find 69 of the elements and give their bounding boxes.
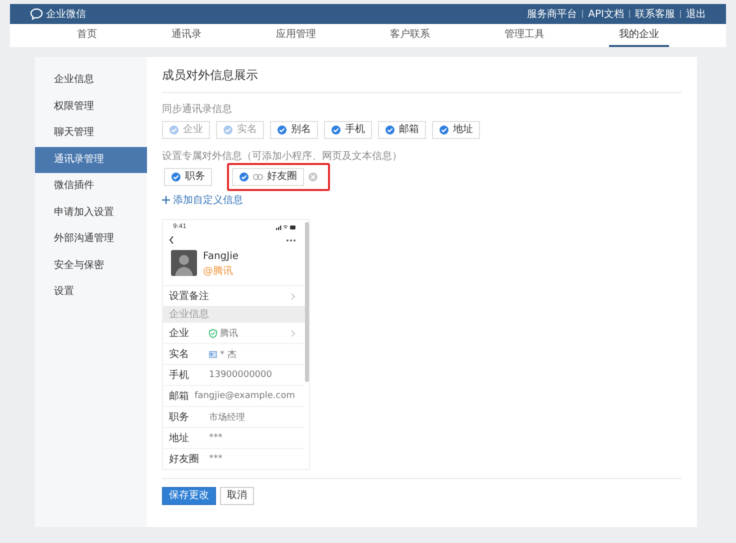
info-label: 职务 [169,411,190,424]
field-checkbox[interactable]: 邮箱 [378,121,426,139]
check-icon [239,172,249,182]
field-checkbox[interactable]: 别名 [270,121,318,139]
page-title: 成员对外信息展示 [162,67,258,84]
field-checkbox[interactable]: 职务 [164,168,212,186]
more-icon[interactable] [286,238,296,242]
plus-icon [162,196,170,204]
top-link[interactable]: 退出 [686,7,706,21]
info-label: 企业 [169,326,190,340]
sidebar-item[interactable]: 设置 [35,279,147,306]
back-icon[interactable] [169,236,174,244]
avatar-silhouette [171,250,197,276]
section-header: 企业信息 [163,306,305,322]
nav-tab[interactable]: 管理工具 [494,24,554,47]
field-checkbox[interactable]: 地址 [432,121,480,139]
chat-bubble-icon [30,8,43,20]
field-checkbox[interactable]: 好友圈 [232,168,304,186]
shield-check-icon [209,328,217,338]
info-value: 13900000000 [209,370,272,380]
field-checkbox[interactable]: 手机 [324,121,372,139]
section-label: 设置专属对外信息（可添加小程序、网页及文本信息） [162,150,402,163]
remark-row-label[interactable]: 设置备注 [169,289,209,303]
id-card-icon [209,350,217,358]
cancel-button[interactable]: 取消 [220,487,254,505]
status-icons [276,224,296,230]
sidebar-item[interactable]: 安全与保密 [35,252,147,279]
sidebar-item[interactable]: 通讯录管理 [35,146,147,173]
top-link[interactable]: API文档 [588,7,624,21]
nav-tab[interactable]: 应用管理 [266,24,326,47]
chevron-icon [291,330,295,336]
check-icon [277,125,287,135]
nav-tab[interactable]: 首页 [67,24,108,47]
nav-tab[interactable]: 通讯录 [161,24,212,47]
info-value: * 杰 [220,348,236,360]
check-icon [223,125,233,135]
sidebar-item[interactable]: 外部沟通管理 [35,226,147,252]
company-label: @腾讯 [203,264,234,278]
info-label: 好友圈 [169,453,200,466]
save-button[interactable]: 保存更改 [162,487,216,505]
top-link[interactable]: 服务商平台 [527,7,578,21]
nav-tab[interactable]: 客户联系 [380,24,440,47]
sidebar-item[interactable]: 申请加入设置 [35,200,147,226]
nav-tab[interactable]: 我的企业 [608,24,669,47]
sidebar-item[interactable]: 企业信息 [35,67,147,94]
top-link[interactable]: 联系客服 [635,7,675,21]
info-label: 邮箱 [169,390,190,403]
chevron-icon [291,292,295,300]
info-value: *** [209,433,222,443]
info-value: 市场经理 [209,412,245,424]
check-icon [331,125,341,135]
info-value: 腾讯 [220,328,238,340]
info-label: 手机 [169,368,190,382]
section-label: 同步通讯录信息 [162,102,232,116]
link-icon [253,174,263,180]
check-icon [439,125,449,135]
info-label: 地址 [169,432,190,445]
sidebar-item[interactable]: 微信插件 [35,173,147,200]
contact-name: FangJie [203,251,239,262]
sidebar-item[interactable]: 权限管理 [35,94,147,120]
check-icon [171,172,181,182]
add-custom-link[interactable]: 添加自定义信息 [162,193,243,207]
app-logo-text: 企业微信 [46,8,86,21]
check-icon [169,125,179,135]
check-icon [385,125,395,135]
info-label: 实名 [169,348,190,361]
sidebar-item[interactable]: 聊天管理 [35,120,147,146]
info-value: *** [209,454,222,464]
info-value: fangjie@example.com [194,391,295,401]
